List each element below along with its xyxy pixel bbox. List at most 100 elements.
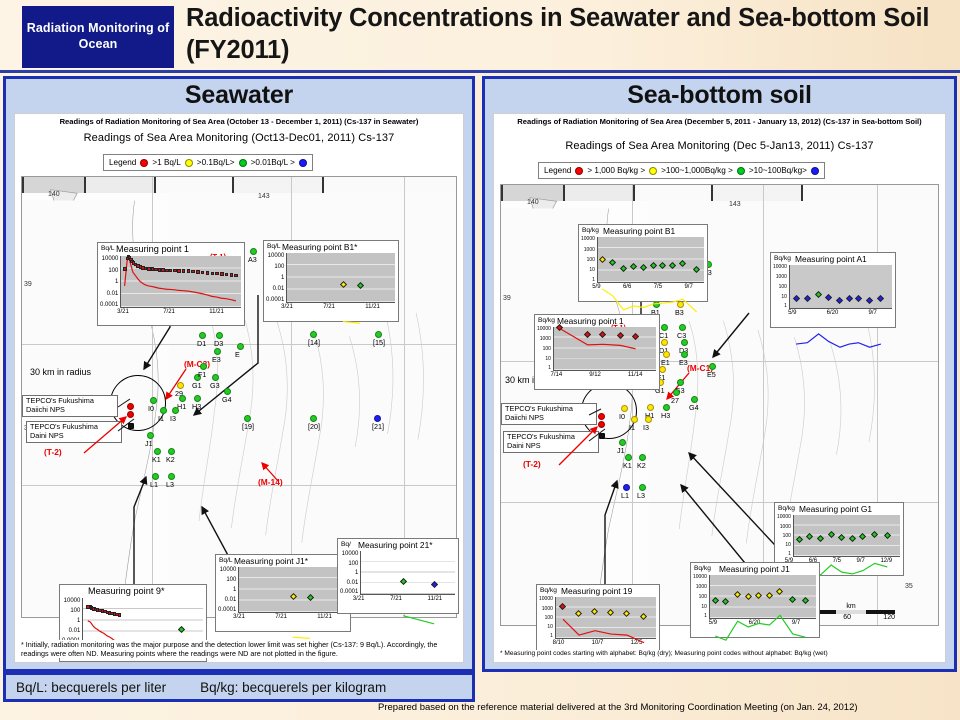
inset-plot-area (554, 597, 656, 639)
legend-label: Legend (109, 158, 137, 167)
map-point-E3 (681, 351, 688, 358)
inset-plot-area (552, 324, 656, 372)
inset-chart-point-1: Bq/L Measuring point 1 (T-1) 10000 100 1… (97, 242, 245, 326)
map-point-label-G4: G4 (222, 395, 232, 404)
legend-threshold-3: >10~100Bq/kg> (748, 166, 807, 175)
map-point-label-I0: I0 (148, 404, 154, 413)
y-tick: 1 (548, 365, 551, 372)
y-tick: 0.0001 (266, 297, 285, 304)
y-tick: 0.01 (224, 597, 237, 604)
y-tick: 1000 (695, 584, 707, 591)
map-point-K1 (625, 454, 632, 461)
inset-unit-label: Bq/L (219, 557, 233, 564)
map-point-label-J1: J1 (145, 439, 153, 448)
y-tick: 10 (701, 603, 707, 610)
inset-unit-label: Bq/kg (778, 505, 795, 512)
inset-title: Measuring point G1 (799, 504, 873, 514)
inset-title: Measuring point 1 (557, 316, 624, 326)
data-point (200, 270, 205, 275)
data-point (186, 269, 191, 273)
inset-y-axis: 10000 1000 100 10 1 (693, 575, 709, 619)
map-point-label-J1: J1 (617, 446, 625, 455)
map-point-H1 (179, 395, 186, 402)
legend-yellow-dot-icon (649, 166, 658, 175)
y-tick: 100 (70, 608, 81, 615)
legend-threshold-1: >1 Bq/L (152, 158, 181, 167)
unit-bqkg-definition: Bq/kg: becquerels per kilogram (200, 679, 387, 695)
soil-figure-sheet: Readings of Radiation Monitoring of Sea … (493, 113, 946, 663)
inset-chart-point-b1: Bq/L Measuring point B1* 10000 100 1 0.0… (263, 240, 399, 322)
y-tick: 10 (589, 267, 595, 274)
map-point-label-K2: K2 (637, 461, 646, 470)
y-tick: 1 (281, 275, 285, 282)
y-tick: 1000 (775, 274, 787, 281)
data-point (215, 271, 219, 276)
legend-label: Legend (544, 166, 572, 175)
map-point-label-I1: I1 (158, 414, 164, 423)
y-tick: 1000 (541, 605, 553, 612)
map-point-label-L1: L1 (621, 491, 629, 500)
y-tick: 100 (698, 593, 707, 600)
data-point (191, 269, 195, 274)
y-tick: 10000 (773, 264, 787, 271)
inset-unit-label: Bq/kg (538, 317, 555, 324)
inset-title: Measuring point A1 (795, 254, 867, 264)
map-point-label-27: 27 (671, 396, 679, 405)
inset-unit-label: Bq/ (341, 541, 351, 548)
map-point-21 (374, 415, 381, 422)
legend-yellow-dot-icon (184, 158, 193, 167)
series-line (554, 327, 656, 429)
y-tick: 10000 (219, 567, 237, 574)
map-point-27 (673, 389, 680, 396)
inset-plot-area (788, 265, 892, 309)
data-point (168, 268, 173, 273)
map-point-H3 (663, 404, 670, 411)
y-tick: 0.01 (106, 290, 119, 297)
y-tick: 1 (77, 618, 81, 625)
inset-title: Measuring point J1 (719, 564, 790, 574)
inset-unit-label: Bq/L (101, 245, 115, 252)
series-line (361, 551, 455, 645)
legend-blue-dot-icon (810, 166, 819, 175)
map-point-label-20: [20] (308, 422, 320, 431)
inset-unit-label: Bq/kg (774, 255, 791, 262)
map-point-label-G3: G3 (210, 381, 220, 390)
y-tick: 10 (781, 293, 787, 300)
y-tick: 10 (547, 624, 553, 631)
y-tick: 100 (542, 345, 551, 352)
inset-unit-label: Bq/kg (582, 227, 599, 234)
data-point (196, 270, 200, 274)
y-tick: 1000 (539, 336, 551, 343)
legend-green-dot-icon (238, 158, 247, 167)
data-point (229, 273, 234, 277)
map-point-L3 (168, 473, 175, 480)
map-point-F1 (659, 366, 666, 373)
map-point-label-E3: E3 (679, 358, 688, 367)
data-point (117, 613, 121, 617)
data-point (224, 272, 229, 277)
y-tick: 10000 (693, 574, 707, 581)
panel-sea-bottom-soil: Sea-bottom soil Readings of Radiation Mo… (482, 76, 957, 672)
inset-plot-area (238, 567, 347, 613)
inset-chart-soil-j1: Bq/kg Measuring point J1 10000 1000 100 … (690, 562, 820, 638)
map-point-J1 (147, 432, 154, 439)
map-point-label-H3: H3 (192, 402, 202, 411)
inset-y-axis: 10000 100 1 0.01 0.0001 (218, 567, 238, 613)
map-point-label-K1: K1 (623, 461, 632, 470)
source-credit: Prepared based on the reference material… (378, 702, 858, 713)
slide-header: Radiation Monitoring of Ocean Radioactiv… (0, 0, 960, 73)
inset-title: Measuring point B1 (603, 226, 676, 236)
slide-root: Radiation Monitoring of Ocean Radioactiv… (0, 0, 960, 720)
panel-seawater: Seawater Readings of Radiation Monitorin… (3, 76, 475, 672)
inset-plot-area (596, 237, 704, 283)
inset-title: Measuring point 9* (88, 586, 165, 596)
y-tick: 1000 (779, 523, 791, 530)
y-tick: 0.01 (68, 628, 81, 635)
map-point-L3 (639, 484, 646, 491)
section-badge: Radiation Monitoring of Ocean (22, 6, 174, 68)
map-point-G4 (224, 388, 231, 395)
map-point-label-L1: L1 (150, 480, 158, 489)
unit-bql-definition: Bq/L: becquerels per liter (16, 679, 167, 695)
seawater-footnote: * Initially, radiation monitoring was th… (21, 639, 457, 658)
legend-blue-dot-icon (298, 158, 307, 167)
